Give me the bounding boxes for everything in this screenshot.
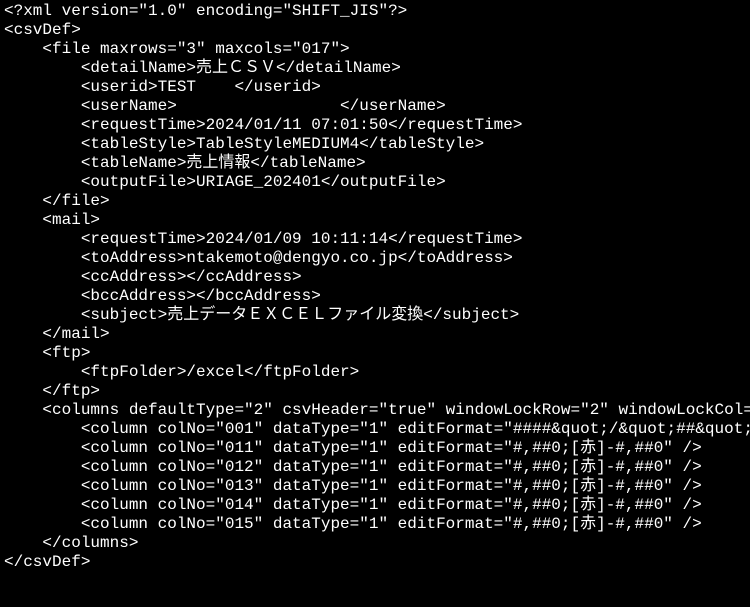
column-014: <column colNo="014" dataType="1" editFor… (4, 496, 702, 514)
file-tablename: <tableName>売上情報</tableName> (4, 154, 366, 172)
file-detailname: <detailName>売上ＣＳＶ</detailName> (4, 59, 401, 77)
columns-close: </columns> (4, 534, 138, 552)
mail-close: </mail> (4, 325, 110, 343)
file-requesttime: <requestTime>2024/01/11 07:01:50</reques… (4, 116, 522, 134)
xml-declaration: <?xml version="1.0" encoding="SHIFT_JIS"… (4, 2, 407, 20)
column-011: <column colNo="011" dataType="1" editFor… (4, 439, 702, 457)
file-username: <userName> </userName> (4, 97, 446, 115)
file-close: </file> (4, 192, 110, 210)
column-001: <column colNo="001" dataType="1" editFor… (4, 420, 750, 438)
mail-subject: <subject>売上データＥＸＣＥＬファイル変換</subject> (4, 306, 519, 324)
mail-ccaddress: <ccAddress></ccAddress> (4, 268, 302, 286)
mail-toaddress: <toAddress>ntakemoto@dengyo.co.jp</toAdd… (4, 249, 513, 267)
csvdef-open: <csvDef> (4, 21, 81, 39)
csvdef-close: </csvDef> (4, 553, 90, 571)
file-outputfile: <outputFile>URIAGE_202401</outputFile> (4, 173, 446, 191)
column-015: <column colNo="015" dataType="1" editFor… (4, 515, 702, 533)
mail-bccaddress: <bccAddress></bccAddress> (4, 287, 321, 305)
xml-code-block: <?xml version="1.0" encoding="SHIFT_JIS"… (0, 0, 750, 576)
ftp-open: <ftp> (4, 344, 90, 362)
file-userid: <userid>TEST </userid> (4, 78, 321, 96)
columns-open: <columns defaultType="2" csvHeader="true… (4, 401, 750, 419)
ftp-close: </ftp> (4, 382, 100, 400)
column-012: <column colNo="012" dataType="1" editFor… (4, 458, 702, 476)
mail-requesttime: <requestTime>2024/01/09 10:11:14</reques… (4, 230, 522, 248)
file-tablestyle: <tableStyle>TableStyleMEDIUM4</tableStyl… (4, 135, 484, 153)
column-013: <column colNo="013" dataType="1" editFor… (4, 477, 702, 495)
mail-open: <mail> (4, 211, 100, 229)
file-open: <file maxrows="3" maxcols="017"> (4, 40, 350, 58)
ftp-folder: <ftpFolder>/excel</ftpFolder> (4, 363, 359, 381)
